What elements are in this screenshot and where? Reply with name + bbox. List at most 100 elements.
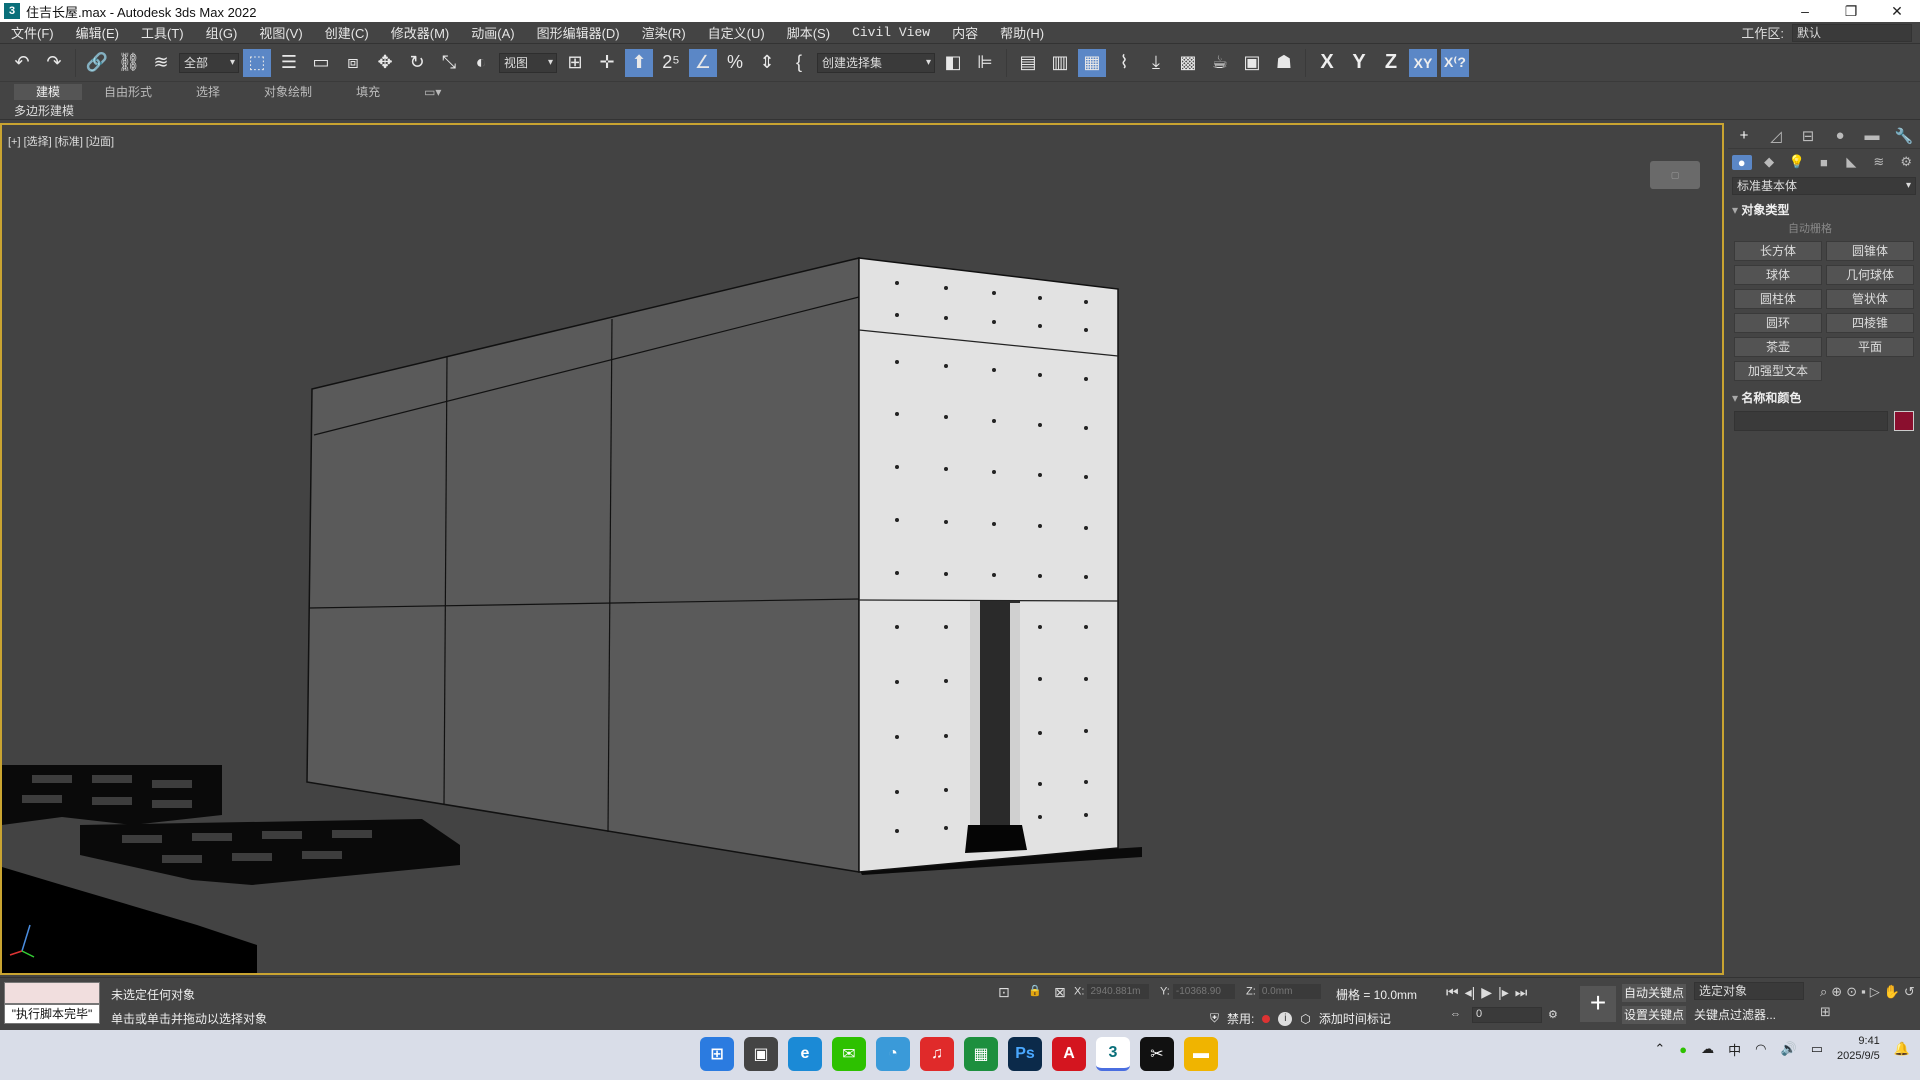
axis-x-button[interactable]: X <box>1313 49 1341 77</box>
notification-icon[interactable]: 🔔 <box>1894 1041 1910 1057</box>
perspective-viewport[interactable]: [+] [选择] [标准] [边面] ▢ <box>0 123 1724 975</box>
browser-icon[interactable]: ◔ <box>876 1037 910 1071</box>
cylinder-button[interactable]: 圆柱体 <box>1734 289 1822 309</box>
ime-indicator[interactable]: 中 <box>1728 1040 1741 1059</box>
redo-icon[interactable]: ↷ <box>40 49 68 77</box>
scene-explorer-icon[interactable]: ▤ <box>1014 49 1042 77</box>
go-to-end-icon[interactable]: ⏭ <box>1515 984 1528 1001</box>
angle-snap-icon[interactable]: ∠ <box>689 48 717 77</box>
zoom-icon[interactable]: ⌕ <box>1820 984 1827 1000</box>
set-key-button[interactable]: 设置关键点 <box>1622 1006 1686 1024</box>
rect-selection-region-icon[interactable]: ▭ <box>307 49 335 77</box>
mirror-icon[interactable]: ◧ <box>939 49 967 77</box>
schematic-view-icon[interactable]: ⤓ <box>1142 49 1170 77</box>
y-coordinate[interactable]: Y: -10368.90 <box>1160 984 1235 999</box>
selection-lock-icon[interactable]: 🔒 <box>1028 984 1042 997</box>
minimize-button[interactable]: – <box>1782 0 1828 22</box>
menu-views[interactable]: 视图(V) <box>248 23 313 42</box>
select-by-name-icon[interactable]: ☰ <box>275 49 303 77</box>
menu-content[interactable]: 内容 <box>941 23 989 42</box>
menu-create[interactable]: 创建(C) <box>314 23 380 42</box>
axis-y-button[interactable]: Y <box>1345 49 1373 77</box>
rendered-frame-window-icon[interactable]: ▣ <box>1238 49 1266 77</box>
reference-coordinate-dropdown[interactable]: 视图 <box>499 52 557 73</box>
tab-selection[interactable]: 选择 <box>174 84 242 100</box>
geometry-category-dropdown[interactable]: 标准基本体 <box>1732 177 1916 195</box>
space-warps-icon[interactable]: ≋ <box>1869 154 1889 170</box>
add-time-tag-label[interactable]: 添加时间标记 <box>1319 1010 1391 1027</box>
maxscript-input[interactable] <box>4 982 100 1004</box>
render-production-icon[interactable]: ☗ <box>1270 49 1298 77</box>
shapes-icon[interactable]: ◆ <box>1759 154 1779 170</box>
undo-icon[interactable]: ↶ <box>8 49 36 77</box>
menu-customize[interactable]: 自定义(U) <box>697 23 776 42</box>
play-icon[interactable]: ▶ <box>1481 984 1492 1001</box>
viewcube-icon[interactable]: ▢ <box>1650 161 1700 189</box>
menu-tools[interactable]: 工具(T) <box>130 23 195 42</box>
z-coordinate[interactable]: Z: 0.0mm <box>1246 984 1321 999</box>
y-value-field[interactable]: -10368.90 <box>1172 984 1235 999</box>
polygon-modeling-label[interactable]: 多边形建模 <box>14 102 74 119</box>
curve-editor-icon[interactable]: ⌇ <box>1110 49 1138 77</box>
selection-filter-dropdown[interactable]: 全部 <box>179 52 239 73</box>
align-icon[interactable]: ⊫ <box>971 49 999 77</box>
maxscript-listener[interactable]: "执行脚本完毕" <box>4 982 100 1026</box>
systems-icon[interactable]: ⚙ <box>1896 154 1916 170</box>
time-config-icon[interactable]: ⚙ <box>1548 1008 1558 1021</box>
keyboard-shortcut-override-icon[interactable]: ⬆ <box>625 48 653 77</box>
wifi-icon[interactable]: ◠ <box>1755 1041 1766 1057</box>
volume-icon[interactable]: 🔊 <box>1781 1041 1797 1057</box>
max-toggle-icon[interactable]: ⊞ <box>1820 1004 1831 1020</box>
object-type-rollout[interactable]: 对象类型 <box>1732 201 1916 219</box>
geometry-icon[interactable]: ● <box>1731 154 1752 170</box>
fov-icon[interactable]: ▷ <box>1870 984 1880 1000</box>
menu-graph-editors[interactable]: 图形编辑器(D) <box>526 23 631 42</box>
scale-icon[interactable]: ⤡ <box>435 49 463 77</box>
render-setup-icon[interactable]: ☕ <box>1206 49 1234 77</box>
object-name-field[interactable] <box>1734 411 1888 431</box>
maxscript-output[interactable]: "执行脚本完毕" <box>4 1004 100 1024</box>
pan-icon[interactable]: ✋ <box>1884 984 1900 1000</box>
info-icon[interactable]: i <box>1278 1011 1293 1026</box>
move-icon[interactable]: ✥ <box>371 49 399 77</box>
autogrid-checkbox[interactable]: 自动栅格 <box>1728 219 1920 239</box>
photoshop-icon[interactable]: Ps <box>1008 1037 1042 1071</box>
rotate-icon[interactable]: ↻ <box>403 49 431 77</box>
workspace-dropdown[interactable]: 默认 <box>1792 23 1912 42</box>
file-explorer-icon[interactable]: ▬ <box>1184 1037 1218 1071</box>
zoom-extents-icon[interactable]: ⊙ <box>1846 984 1857 1000</box>
clock[interactable]: 9:41 2025/9/5 <box>1837 1034 1880 1064</box>
snaps-toggle-icon[interactable]: 2⁵ <box>657 49 685 77</box>
utilities-tab-icon[interactable]: 🔧 <box>1894 127 1914 145</box>
display-tab-icon[interactable]: ▬ <box>1862 127 1882 144</box>
menu-modifiers[interactable]: 修改器(M) <box>380 23 461 42</box>
battery-icon[interactable]: ▭ <box>1811 1041 1823 1057</box>
x-coordinate[interactable]: X: 2940.881m <box>1074 984 1150 999</box>
key-filters-button[interactable]: 关键点过滤器... <box>1694 1006 1776 1023</box>
tab-object-paint[interactable]: 对象绘制 <box>242 84 334 100</box>
lights-icon[interactable]: 💡 <box>1787 154 1807 170</box>
maximize-viewport-icon[interactable]: ▪ <box>1861 984 1866 1000</box>
axis-constraint-button[interactable]: X⁽? <box>1441 48 1469 77</box>
named-selection-set-dropdown[interactable]: 创建选择集 <box>817 52 935 73</box>
orbit-icon[interactable]: ↺ <box>1904 984 1915 1000</box>
netease-music-icon[interactable]: ♫ <box>920 1037 954 1071</box>
menu-civil-view[interactable]: Civil View <box>841 25 941 40</box>
menu-help[interactable]: 帮助(H) <box>989 23 1055 42</box>
menu-file[interactable]: 文件(F) <box>0 23 65 42</box>
maximize-button[interactable]: ❐ <box>1828 0 1874 22</box>
create-tab-icon[interactable]: + <box>1734 127 1754 144</box>
z-value-field[interactable]: 0.0mm <box>1258 984 1321 999</box>
x-value-field[interactable]: 2940.881m <box>1087 984 1150 999</box>
pyramid-button[interactable]: 四棱锥 <box>1826 313 1914 333</box>
select-manipulate-icon[interactable]: ✛ <box>593 49 621 77</box>
pivot-center-icon[interactable]: ⊞ <box>561 49 589 77</box>
name-and-color-rollout[interactable]: 名称和颜色 <box>1732 389 1916 407</box>
menu-scripting[interactable]: 脚本(S) <box>776 23 841 42</box>
percent-snap-icon[interactable]: % <box>721 49 749 77</box>
axis-z-button[interactable]: Z <box>1377 49 1405 77</box>
key-selection-dropdown[interactable]: 选定对象 <box>1694 982 1804 1000</box>
geosphere-button[interactable]: 几何球体 <box>1826 265 1914 285</box>
tube-button[interactable]: 管状体 <box>1826 289 1914 309</box>
sphere-button[interactable]: 球体 <box>1734 265 1822 285</box>
